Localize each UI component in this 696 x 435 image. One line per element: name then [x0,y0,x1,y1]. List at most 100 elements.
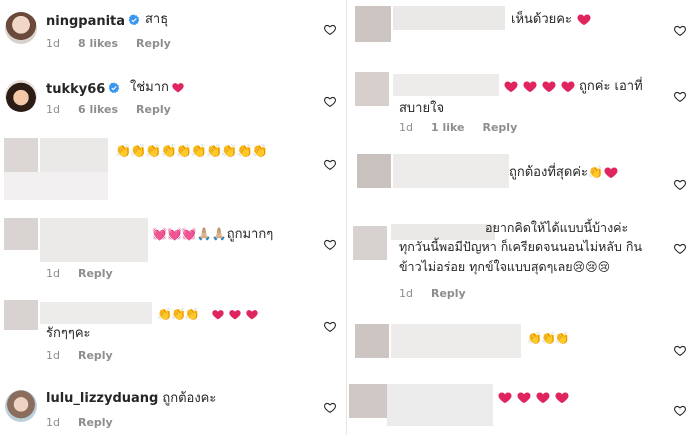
comment-username[interactable]: ningpanita [46,14,140,29]
comment-emojis: 💓💓💓🙏🏼🙏🏼 [152,227,227,241]
likes-count[interactable]: 8 likes [78,37,118,50]
username-text[interactable]: ningpanita [46,14,125,29]
comment-item [347,378,696,435]
reply-button[interactable]: Reply [431,287,466,300]
crying-emojis: 😢😢😢 [572,260,611,274]
reply-button[interactable]: Reply [483,121,518,134]
red-heart-icon [171,81,185,94]
comment-time: 1d [399,121,413,134]
comment-time: 1d [46,37,60,50]
likes-count[interactable]: 6 likes [78,103,118,116]
right-comments-column: เห็นด้วยคะ ถูกค่ะ เอาที่ สบายใจ 1d 1 like… [347,0,696,435]
like-heart-icon[interactable] [673,344,687,357]
comment-item: ถูกต้องที่สุดค่ะ👏 [347,146,696,210]
blurred-avatar [357,154,391,188]
comment-text-content: ถูกต้องคะ [162,391,217,406]
comment-username[interactable]: lulu_lizzyduang [46,391,158,406]
like-heart-icon[interactable] [323,320,337,333]
comment-username[interactable]: tukky66 [46,82,120,97]
comment-text: ถูกค่ะ เอาที่ [503,77,643,97]
blurred-username [393,6,505,30]
left-comments-column: ningpanita สาธุ 1d 8 likes Reply tukky66 ใ… [0,0,346,435]
comment-meta: 1d Reply [399,287,484,300]
comment-text-line2: ทุกวันนี้พอมีปัญหา ก็เครียดจนนอนไม่หลับ … [399,239,642,254]
comment-emojis: 👏👏👏👏👏👏👏👏👏👏 [115,144,268,159]
comment-text-content: ข้าวไม่อร่อย ทุกข์ใจแบบสุดๆเลย [399,259,573,274]
comment-time: 1d [46,416,60,429]
comment-emojis: 👏👏👏 [527,331,570,345]
like-heart-icon[interactable] [323,238,337,251]
comment-item: เห็นด้วยคะ [347,0,696,62]
comment-meta: 1d Reply [46,349,131,362]
blurred-username [40,138,108,172]
clap-emojis: 👏👏👏 [157,307,200,321]
reply-button[interactable]: Reply [78,267,113,280]
like-heart-icon[interactable] [673,242,687,255]
avatar[interactable] [5,12,37,44]
like-heart-icon[interactable] [673,24,687,37]
avatar[interactable] [5,80,37,112]
comment-text-line1: อยากคิดให้ได้แบบนี้บ้างค่ะ [485,220,629,235]
comment-text-content: ถูกต้องที่สุดค่ะ [509,165,588,180]
comment-meta: 1d 8 likes Reply [46,37,189,50]
comment-meta: 1d 1 like Reply [399,121,535,134]
blurred-avatar [355,72,389,106]
comment-text-line2: สบายใจ [399,101,445,116]
like-heart-icon[interactable] [673,90,687,103]
like-heart-icon[interactable] [673,178,687,191]
avatar[interactable] [5,390,37,422]
comment-time: 1d [46,103,60,116]
like-heart-icon[interactable] [323,401,337,414]
comment-item: 👏👏👏 รักๆๆคะ 1d Reply [0,290,346,368]
verified-badge-icon [128,14,140,26]
reply-button[interactable]: Reply [136,37,171,50]
comment-text: ใช่มาก [130,78,188,98]
blurred-avatar [4,300,38,330]
comment-item: tukky66 ใช่มาก 1d 6 likes Reply [0,70,346,132]
red-heart-icon [497,390,513,405]
reply-button[interactable]: Reply [136,103,171,116]
red-heart-icon [503,79,519,94]
comment-text: ถูกต้องที่สุดค่ะ👏 [509,162,622,183]
comment-text: เห็นด้วยคะ [511,10,595,30]
comment-text-content: ถูกมากๆ [226,227,274,242]
comment-text: 💓💓💓🙏🏼🙏🏼ถูกมากๆ [152,224,273,245]
red-heart-icon [576,12,592,27]
comment-meta: 1d 6 likes Reply [46,103,189,116]
comment-meta: 1d Reply [46,416,131,429]
comment-item: 💓💓💓🙏🏼🙏🏼ถูกมากๆ 1d Reply [0,212,346,290]
comment-item: อยากคิดให้ได้แบบนี้บ้างค่ะ ทุกวันนี้พอมี… [347,210,696,316]
blurred-avatar [4,218,38,250]
blurred-username [387,384,493,426]
comment-text: lulu_lizzyduang ถูกต้องคะ [46,389,216,409]
red-heart-icon [522,79,538,94]
comment-item: lulu_lizzyduang ถูกต้องคะ 1d Reply [0,368,346,435]
comment-meta: 1d Reply [46,267,131,280]
blurred-avatar [355,324,389,358]
red-heart-icon [228,308,242,321]
red-heart-icon [211,308,225,321]
blurred-username [40,302,152,324]
blurred-username [393,154,509,188]
red-heart-icon [516,390,532,405]
comment-item: ningpanita สาธุ 1d 8 likes Reply [0,0,346,70]
like-heart-icon[interactable] [323,95,337,108]
blurred-username [393,74,499,96]
red-heart-icon [541,79,557,94]
red-heart-icon [554,390,570,405]
username-text[interactable]: tukky66 [46,82,105,97]
like-heart-icon[interactable] [323,23,337,36]
likes-count[interactable]: 1 like [431,121,465,134]
red-heart-icon [603,165,619,180]
blurred-avatar [349,384,387,418]
verified-badge-icon [108,82,120,94]
red-heart-icon [560,79,576,94]
comment-text: รักๆๆคะ [46,326,91,341]
comment-time: 1d [46,267,60,280]
red-heart-icon [535,390,551,405]
reply-button[interactable]: Reply [78,349,113,362]
blurred-avatar [353,226,387,260]
like-heart-icon[interactable] [323,158,337,171]
reply-button[interactable]: Reply [78,416,113,429]
like-heart-icon[interactable] [673,404,687,417]
